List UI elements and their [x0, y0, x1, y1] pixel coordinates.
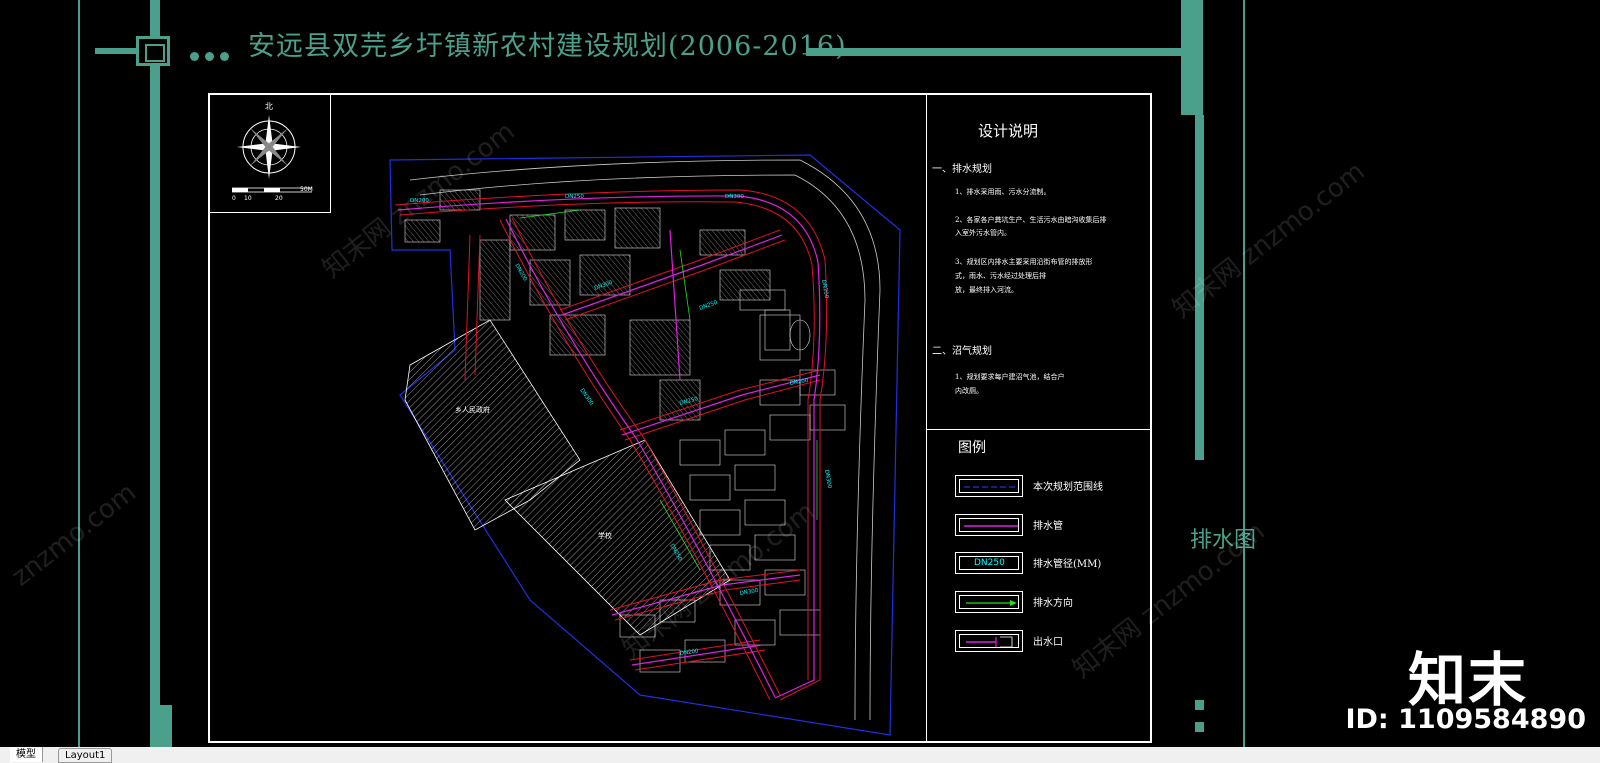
pipe-diameter-label: DN200 — [513, 263, 528, 283]
title-underline-right — [806, 48, 1184, 56]
scale-label-3: 50M — [300, 186, 313, 193]
note-item: 内改厕。 — [955, 387, 983, 395]
left-bottom-block — [150, 705, 172, 747]
legend-label-diameter: 排水管径(MM) — [1033, 559, 1102, 570]
note-item: 1、规划要求每户建沼气池，结合户 — [955, 373, 1065, 381]
notes-heading: 设计说明 — [978, 122, 1039, 140]
legend-sample-pipe — [955, 514, 1023, 536]
pipe-diameter-label: DN250 — [699, 300, 719, 312]
title-emblem-icon — [136, 36, 170, 66]
panel-divider — [926, 429, 1152, 430]
bottom-marker-1 — [1195, 700, 1204, 710]
notes-section1-title: 一、排水规划 — [932, 164, 992, 175]
tab-model[interactable]: 模型 — [10, 747, 43, 762]
map-label-school: 学校 — [598, 531, 612, 540]
watermark-id: ID: 1109584890 — [1345, 704, 1586, 735]
note-item: 放，最终排入河流。 — [955, 286, 1018, 294]
tab-layout1[interactable]: Layout1 — [58, 748, 113, 763]
scale-label-2: 20 — [275, 195, 283, 202]
legend-label-boundary: 本次规划范围线 — [1033, 482, 1103, 493]
compass-icon — [237, 115, 301, 179]
left-border-bar — [150, 0, 160, 747]
pipe-diameter-label: DN250 — [565, 194, 584, 200]
legend-sample-boundary — [955, 475, 1023, 497]
note-item: 3、规划区内排水主要采用沿街布管的排放形 — [955, 258, 1093, 266]
drawing-title: 安远县双芫乡圩镇新农村建设规划(2006-2016) — [248, 31, 847, 62]
pipe-diameter-label: DN300 — [725, 194, 744, 200]
bottom-marker-2 — [1195, 722, 1204, 732]
right-border-line — [1243, 0, 1245, 747]
left-border-line — [78, 0, 80, 747]
legend-label-outlet: 出水口 — [1033, 637, 1063, 648]
compass-north-label: 北 — [265, 102, 273, 111]
pipe-diameter-label: DN300 — [739, 588, 759, 597]
legend-sample-diameter: DN250 — [955, 552, 1023, 574]
pipe-diameter-label: DN300 — [823, 469, 832, 489]
note-item: 式，雨水、污水经过处理后排 — [955, 272, 1046, 280]
note-item: 1、排水采用雨、污水分流制。 — [955, 188, 1051, 196]
legend-sample-outlet — [955, 630, 1023, 652]
watermark-site: znzmo.com — [6, 477, 142, 593]
pipe-diameter-label: DN200 — [820, 279, 829, 299]
scale-label-0: 0 — [232, 195, 236, 202]
notes-section2-title: 二、沼气规划 — [932, 346, 992, 357]
right-border-bar — [1181, 0, 1203, 115]
legend-heading: 图例 — [958, 440, 986, 456]
note-item: 2、各家各户粪坑生产、生活污水由暗沟收集后排 — [955, 216, 1107, 224]
pipe-diameter-label: DN300 — [578, 388, 594, 407]
status-bar — [0, 747, 1600, 763]
map-label-government: 乡人民政府 — [455, 405, 490, 414]
legend-sample-direction — [955, 591, 1023, 613]
title-dots-icon — [190, 46, 229, 65]
scale-label-1: 10 — [244, 195, 252, 202]
legend-diameter-text: DN250 — [974, 558, 1005, 568]
legend-label-pipe: 排水管 — [1033, 521, 1063, 532]
note-item: 入室外污水管内。 — [955, 229, 1011, 237]
legend-label-direction: 排水方向 — [1033, 598, 1073, 609]
sports-court — [764, 309, 791, 351]
